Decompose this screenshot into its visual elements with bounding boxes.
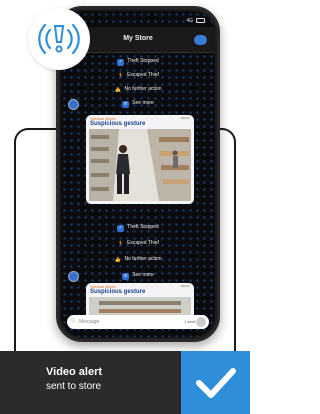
action-label: Theft Stopped (127, 224, 159, 230)
card-time: admin (180, 116, 190, 120)
action-label: No further action (124, 256, 162, 262)
network-indicator: 4G (186, 18, 193, 24)
sent-status: 1 sent (184, 319, 195, 324)
action-theft-stopped-2[interactable]: ✓ Theft Stopped (61, 221, 215, 233)
battery-icon (196, 18, 205, 23)
action-no-further-action[interactable]: 👍 No further action (61, 83, 215, 95)
see-more-icon: ≡ (122, 101, 130, 108)
action-escaped-thief-2[interactable]: 🏃 Escaped Thief (61, 237, 215, 249)
mic-icon[interactable] (196, 317, 206, 327)
side-circle-button[interactable] (68, 99, 79, 110)
action-label: No further action (124, 86, 162, 92)
action-label: Escaped Thief (127, 72, 159, 78)
cctv-scene (89, 129, 191, 201)
cctv-video-thumbnail-2[interactable] (89, 297, 191, 317)
card-sender: Veesion Alerts (90, 116, 116, 121)
escaped-thief-icon: 🏃 (117, 241, 124, 247)
see-more-icon: ≡ (122, 273, 130, 280)
escaped-thief-icon: 🏃 (117, 73, 124, 79)
card-title: Suspicious gesture (90, 121, 146, 127)
theft-stopped-icon: ✓ (117, 59, 125, 66)
card-time: admin (180, 284, 190, 288)
thumbs-up-icon: 👍 (114, 257, 122, 263)
alert-card[interactable]: Veesion Alerts admin Suspicious gesture (86, 115, 194, 204)
action-label: See more (132, 272, 154, 278)
card-sender: Veesion Alerts (90, 284, 116, 289)
theft-stopped-icon: ✓ (117, 225, 125, 232)
header-action-button[interactable] (194, 35, 207, 45)
action-see-more-2[interactable]: ≡ See more (61, 269, 215, 281)
promo-stage: 4G My Store ✓ Theft Stopped 🏃 Escaped Thie… (0, 0, 250, 414)
message-input-bar[interactable]: ☺ Message 1 sent (67, 315, 209, 329)
action-label: Escaped Thief (127, 240, 159, 246)
emoji-icon[interactable]: ☺ (70, 318, 76, 324)
cctv-scene-2 (89, 297, 191, 317)
action-label: See more (132, 100, 154, 106)
action-label: Theft Stopped (127, 58, 159, 64)
banner-title: Video alert (46, 366, 103, 378)
checkmark-tile (181, 351, 250, 414)
alert-badge (28, 8, 90, 70)
card-title: Suspicious gesture (90, 289, 146, 295)
checkmark-icon (196, 368, 236, 398)
message-input[interactable]: Message (79, 319, 99, 325)
alert-icon (38, 23, 80, 55)
side-circle-button-2[interactable] (68, 271, 79, 282)
action-escaped-thief[interactable]: 🏃 Escaped Thief (61, 69, 215, 81)
action-see-more[interactable]: ≡ See more (61, 97, 215, 109)
thumbs-up-icon: 👍 (114, 87, 122, 93)
banner-subtitle: sent to store (46, 381, 102, 392)
action-no-further-action-2[interactable]: 👍 No further action (61, 253, 215, 265)
cctv-video-thumbnail[interactable] (89, 129, 191, 201)
